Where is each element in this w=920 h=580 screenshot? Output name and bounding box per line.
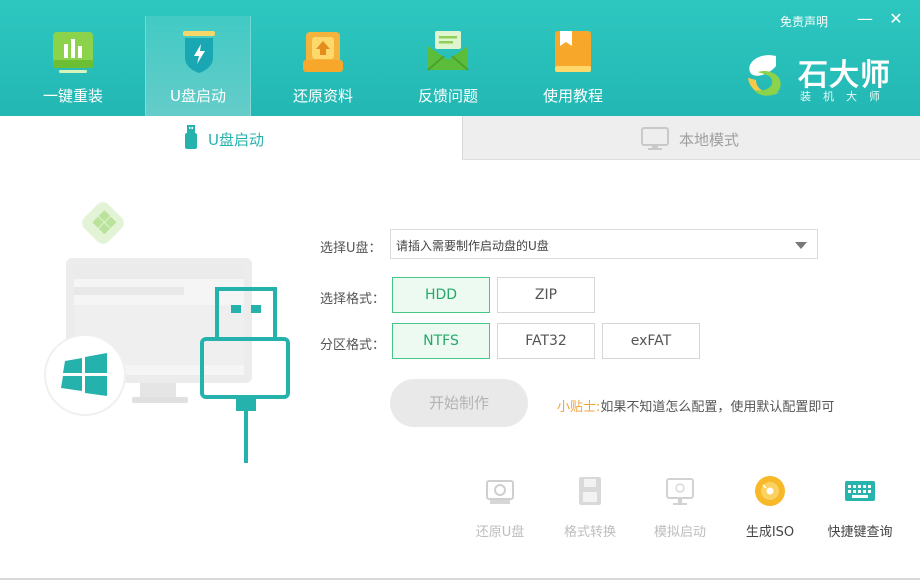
nav-label: U盘启动: [170, 87, 226, 105]
tab-label: 本地模式: [679, 131, 740, 149]
nav-feedback[interactable]: 反馈问题: [395, 16, 501, 116]
format-option-zip[interactable]: ZIP: [497, 277, 595, 313]
disclaimer-link[interactable]: 免责声明: [780, 13, 828, 30]
usb-boot-illustration: [44, 202, 290, 463]
tool-simulate-boot[interactable]: 模拟启动: [645, 475, 715, 545]
shidashi-logo-icon: [748, 55, 781, 96]
windows-logo-icon: [44, 334, 126, 416]
disc-icon: [755, 476, 785, 506]
format-option-hdd[interactable]: HDD: [392, 277, 490, 313]
tool-label: 快捷键查询: [827, 525, 893, 540]
nav-label: 还原资料: [292, 87, 353, 105]
monitor-icon: [641, 127, 669, 150]
nav-restore-data[interactable]: 还原资料: [270, 16, 376, 116]
tool-label: 还原U盘: [475, 525, 525, 540]
brand-logo: 石大师 装机大师: [740, 50, 910, 110]
tip-text: 小贴士:如果不知道怎么配置，使用默认配置即可: [557, 396, 834, 415]
tool-shortcut-query[interactable]: 快捷键查询: [825, 475, 895, 545]
minimize-button[interactable]: —: [856, 10, 874, 28]
tool-generate-iso[interactable]: 生成ISO: [735, 475, 805, 545]
feedback-mail-icon: [427, 31, 469, 71]
tool-label: 生成ISO: [745, 525, 795, 540]
usb-drive-select[interactable]: 请插入需要制作启动盘的U盘: [390, 229, 818, 259]
partition-option-ntfs[interactable]: NTFS: [392, 323, 490, 359]
bar-chart-icon: [53, 32, 93, 73]
usb-select-value: 请插入需要制作启动盘的U盘: [396, 239, 549, 253]
nav-label: 使用教程: [542, 87, 603, 105]
usb-select-label: 选择U盘：: [320, 241, 382, 256]
brand-subtitle: 装机大师: [800, 90, 892, 103]
tip-message: 如果不知道怎么配置，使用默认配置即可: [600, 400, 835, 415]
restore-folder-icon: [303, 32, 343, 72]
keyboard-icon: [845, 481, 875, 501]
usb-drive-icon: [185, 125, 197, 149]
nav-tutorial[interactable]: 使用教程: [520, 16, 626, 116]
tool-restore-usb[interactable]: 还原U盘: [465, 475, 535, 545]
partition-option-fat32[interactable]: FAT32: [497, 323, 595, 359]
nav-usb-boot[interactable]: U盘启动: [145, 16, 251, 116]
green-logo-icon: [82, 202, 124, 244]
tutorial-book-icon: [555, 31, 591, 72]
restore-usb-icon: [486, 480, 514, 504]
top-header: 一键重装 U盘启动 还原资料 反馈问题 使用教程 免责声明 — ✕ 石大师 装机…: [0, 0, 920, 116]
floppy-icon: [579, 477, 601, 505]
nav-label: 反馈问题: [417, 87, 478, 105]
close-button[interactable]: ✕: [887, 10, 905, 28]
nav-label: 一键重装: [42, 87, 103, 105]
tab-local-mode[interactable]: 本地模式: [462, 116, 920, 160]
nav-one-key-reinstall[interactable]: 一键重装: [20, 16, 126, 116]
partition-label: 分区格式：: [320, 338, 386, 353]
mode-tabs: U盘启动 本地模式: [0, 116, 920, 160]
tip-key: 小贴士:: [557, 400, 601, 415]
start-making-button[interactable]: 开始制作: [390, 379, 528, 427]
tool-format-convert[interactable]: 格式转换: [555, 475, 625, 545]
usb-shield-icon: [183, 31, 215, 73]
tool-label: 模拟启动: [653, 525, 706, 540]
tab-label: U盘启动: [208, 131, 264, 149]
tab-usb-boot[interactable]: U盘启动: [0, 116, 462, 160]
monitor-icon: [666, 478, 694, 505]
partition-option-exfat[interactable]: exFAT: [602, 323, 700, 359]
format-label: 选择格式：: [320, 292, 386, 307]
chevron-down-icon: [795, 242, 807, 249]
tool-label: 格式转换: [563, 525, 616, 540]
